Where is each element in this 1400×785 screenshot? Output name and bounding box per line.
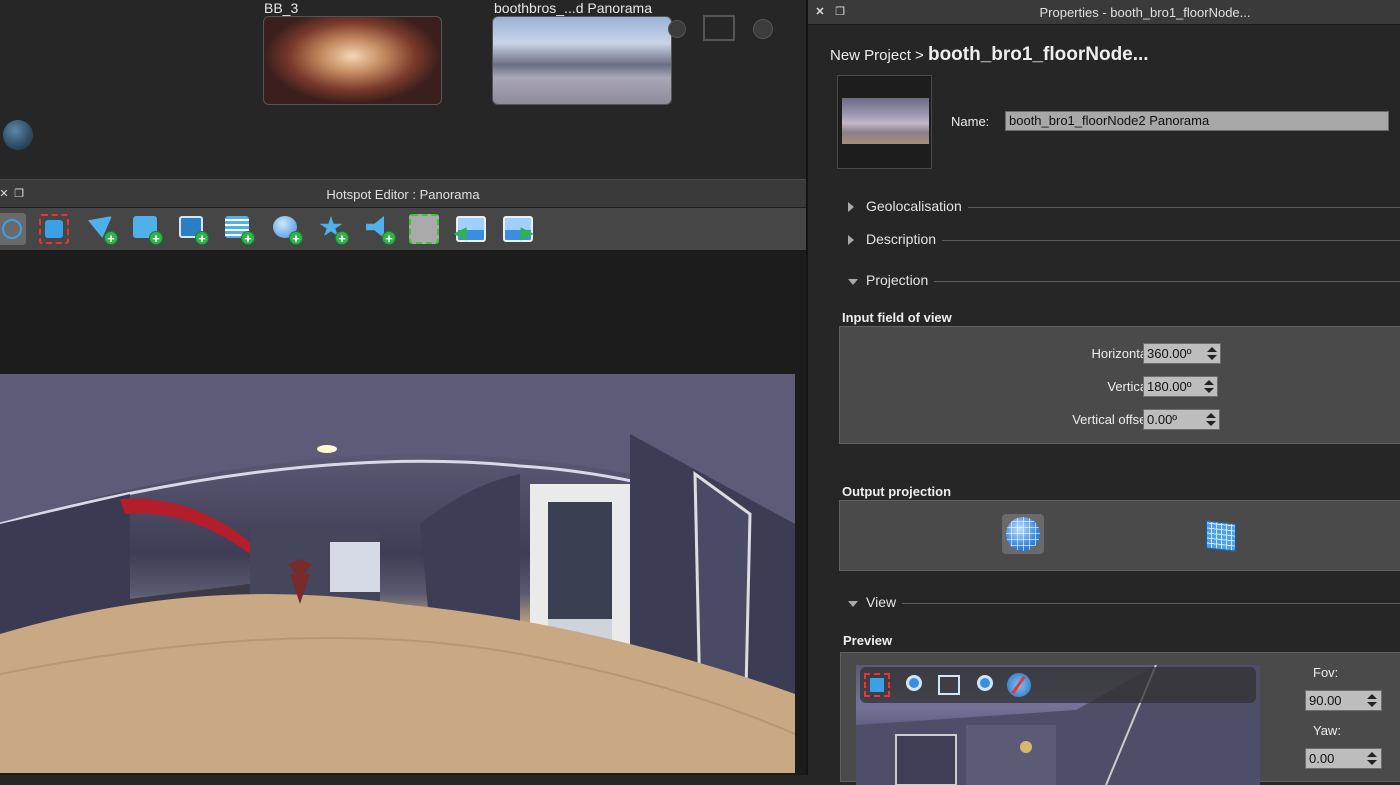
next-panorama-icon[interactable]: ▶ <box>501 213 533 245</box>
breadcrumb-root[interactable]: New Project > <box>830 47 924 64</box>
vertical-row: Vertical 180.00º <box>840 376 1400 398</box>
vertical-spinbox[interactable]: 180.00º <box>1143 376 1218 397</box>
vertical-offset-spinbox[interactable]: 0.00º <box>1143 409 1220 430</box>
yaw-spinbox[interactable]: 0.00 <box>1305 748 1382 769</box>
sphere-projection-icon[interactable] <box>1002 514 1044 554</box>
select-area-icon[interactable] <box>864 673 890 697</box>
expand-arrow-icon <box>848 202 854 212</box>
globe-icon[interactable] <box>3 120 33 150</box>
yaw-value: 0.00 <box>1309 751 1335 766</box>
preview-heading: Preview <box>843 633 893 648</box>
zoom-fit-icon[interactable] <box>936 673 962 697</box>
collapse-arrow-icon <box>848 601 858 607</box>
zoom-out-icon[interactable] <box>900 673 926 697</box>
thumbnail-image <box>842 98 929 144</box>
add-text-hotspot-icon[interactable]: + <box>223 213 255 245</box>
spinner-arrows-icon[interactable] <box>1205 412 1217 427</box>
thumbnail-bb3[interactable] <box>263 16 442 105</box>
breadcrumb: New Project > booth_bro1_floorNode... <box>830 44 1149 66</box>
add-circle-hotspot-icon[interactable]: + <box>271 213 303 245</box>
add-sound-hotspot-icon[interactable]: + <box>364 213 396 245</box>
horizontal-value: 360.00º <box>1147 346 1192 361</box>
horizontal-row: Horizontal 360.00º <box>840 343 1400 365</box>
vertical-value: 180.00º <box>1147 379 1192 394</box>
breadcrumb-current: booth_bro1_floorNode... <box>927 44 1149 65</box>
zoom-in-icon[interactable] <box>971 673 997 697</box>
thumbnail-label-boothbros: boothbros_...d Panorama <box>494 0 652 16</box>
previous-panorama-icon[interactable]: ◀ <box>454 213 486 245</box>
horizontal-spinbox[interactable]: 360.00º <box>1143 343 1221 364</box>
vertical-offset-label: Vertical offset <box>1072 412 1150 427</box>
section-description-label: Description <box>866 231 943 247</box>
thumbnail-boothbros[interactable] <box>492 16 672 105</box>
section-view[interactable]: View <box>808 594 1400 614</box>
vertical-offset-value: 0.00º <box>1147 412 1178 427</box>
horizontal-label: Horizontal <box>1091 346 1150 361</box>
flat-projection-icon[interactable] <box>1206 520 1236 552</box>
fit-view-icon[interactable] <box>703 15 735 41</box>
properties-title: Properties - booth_bro1_floorNode... <box>1039 5 1251 20</box>
input-fov-heading: Input field of view <box>842 310 952 325</box>
output-projection-group <box>839 500 1400 571</box>
section-projection[interactable]: Projection <box>808 272 1400 292</box>
preview-viewport[interactable] <box>856 665 1260 785</box>
preview-toolbar <box>860 667 1256 703</box>
expand-arrow-icon <box>848 235 854 245</box>
output-projection-heading: Output projection <box>842 484 952 499</box>
hotspot-editor-titlebar: ✕ ❐ Hotspot Editor : Panorama <box>0 179 806 208</box>
panorama-strip: BB_3 boothbros_...d Panorama <box>0 0 806 179</box>
name-field[interactable]: booth_bro1_floorNode2 Panorama <box>1005 111 1389 131</box>
add-point-hotspot-icon[interactable]: + <box>86 213 118 245</box>
vertical-offset-row: Vertical offset 0.00º <box>840 409 1400 431</box>
properties-titlebar: ✕ ❐ Properties - booth_bro1_floorNode... <box>808 0 1400 25</box>
compass-icon[interactable] <box>1006 673 1032 697</box>
collapse-arrow-icon <box>848 279 858 285</box>
select-area-icon[interactable] <box>38 213 70 245</box>
preview-group: Fov: 90.00 Yaw: 0.00 <box>840 652 1400 785</box>
panorama-thumbnail[interactable] <box>837 75 932 169</box>
fov-value: 90.00 <box>1309 693 1342 708</box>
fov-spinbox[interactable]: 90.00 <box>1305 690 1382 711</box>
hotspot-editor-title: Hotspot Editor : Panorama <box>326 187 480 202</box>
section-geolocalisation-label: Geolocalisation <box>866 198 968 214</box>
spinner-arrows-icon[interactable] <box>1206 346 1218 361</box>
section-view-label: View <box>866 594 903 610</box>
properties-panel: ✕ ❐ Properties - booth_bro1_floorNode...… <box>806 0 1400 785</box>
panorama-view[interactable] <box>0 374 795 773</box>
zoom-out-icon[interactable] <box>668 20 686 38</box>
add-video-hotspot-icon[interactable]: + <box>177 213 209 245</box>
add-polygon-hotspot-icon[interactable] <box>408 213 440 245</box>
move-icon[interactable] <box>0 213 26 245</box>
add-star-hotspot-icon[interactable]: + <box>317 213 349 245</box>
section-projection-label: Projection <box>866 272 935 288</box>
spinner-arrows-icon[interactable] <box>1203 379 1215 394</box>
panorama-image <box>0 374 795 773</box>
name-label: Name: <box>951 114 990 129</box>
input-fov-group: Horizontal 360.00º Vertical 180.00º Vert… <box>839 326 1400 444</box>
thumbnail-label-bb3: BB_3 <box>264 0 299 16</box>
section-geolocalisation[interactable]: Geolocalisation <box>808 198 1400 218</box>
fov-label: Fov: <box>1313 665 1339 680</box>
yaw-label: Yaw: <box>1313 723 1341 738</box>
hotspot-toolbar: + + + + + + + ◀ ▶ <box>0 208 806 251</box>
section-description[interactable]: Description <box>808 231 1400 251</box>
zoom-in-icon[interactable] <box>753 19 773 39</box>
add-photo-hotspot-icon[interactable]: + <box>131 213 163 245</box>
